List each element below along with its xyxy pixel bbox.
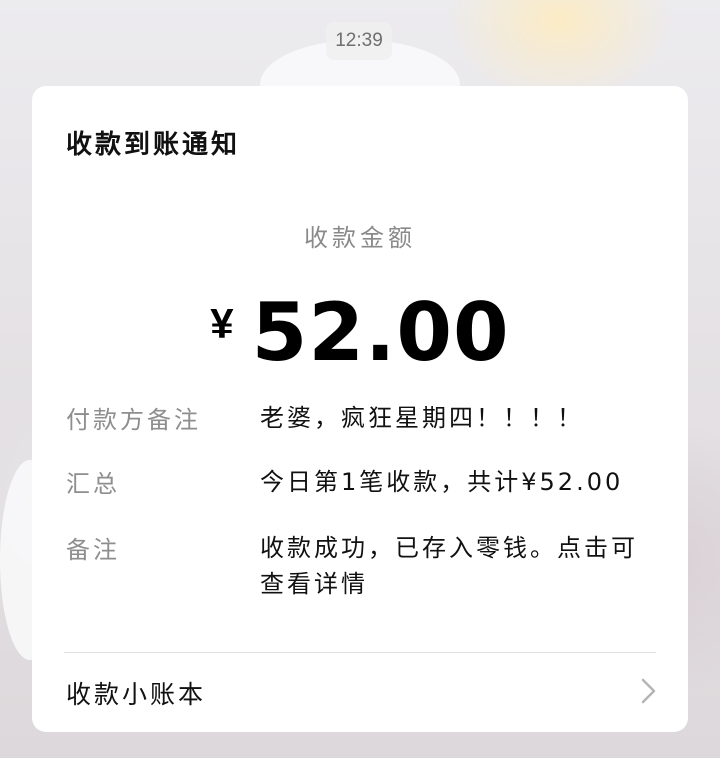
amount-label: 收款金额 — [304, 224, 416, 252]
detail-key: 付款方备注 — [66, 406, 201, 434]
detail-value: 收款成功，已存入零钱。点击可查看详情 — [260, 534, 638, 598]
card-title: 收款到账通知 — [66, 130, 241, 160]
ledger-link[interactable]: 收款小账本 — [32, 653, 688, 732]
message-timestamp: 12:39 — [326, 22, 392, 60]
amount-display: ¥52.00 — [32, 286, 688, 379]
detail-key: 汇总 — [66, 470, 120, 498]
amount-value: 52.00 — [251, 286, 510, 379]
chevron-right-icon — [641, 678, 656, 704]
detail-value: 老婆，疯狂星期四！！！！ — [260, 404, 584, 432]
currency-symbol: ¥ — [210, 300, 234, 347]
detail-key: 备注 — [66, 536, 120, 564]
ledger-link-label: 收款小账本 — [66, 680, 207, 709]
payment-notification-card[interactable]: 收款到账通知 收款金额 ¥52.00 付款方备注 老婆，疯狂星期四！！！！ 汇总… — [32, 86, 688, 732]
detail-value: 今日第1笔收款，共计¥52.00 — [260, 468, 624, 496]
